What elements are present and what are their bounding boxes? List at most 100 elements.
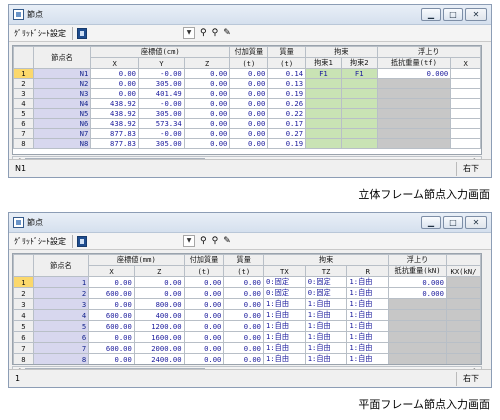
z-cell[interactable]: 0.00 xyxy=(133,287,185,299)
r-cell[interactable]: 1:自由 xyxy=(346,320,390,332)
x-cell[interactable]: 877.83 xyxy=(90,138,140,149)
row-number[interactable]: 1 xyxy=(13,276,34,288)
z-cell[interactable]: 1200.00 xyxy=(133,320,185,332)
mass-cell[interactable]: 0.00 xyxy=(223,287,265,299)
mass-cell[interactable]: 0.00 xyxy=(223,353,265,364)
r-cell[interactable]: 1:自由 xyxy=(346,331,390,343)
y-cell[interactable]: -0.00 xyxy=(138,128,185,139)
tz-cell[interactable]: 1:自由 xyxy=(304,331,348,343)
resist-weight-cell[interactable] xyxy=(376,88,452,99)
tx-cell[interactable]: 1:自由 xyxy=(263,342,306,354)
mass-cell[interactable]: 0.26 xyxy=(267,98,307,109)
tz-cell[interactable]: 1:自由 xyxy=(304,342,348,354)
x2-cell[interactable] xyxy=(450,88,481,99)
x2-cell[interactable] xyxy=(450,98,481,109)
header-x2[interactable]: X xyxy=(450,57,481,69)
z-cell[interactable]: 0.00 xyxy=(133,276,185,288)
mass-cell[interactable]: 0.27 xyxy=(267,128,307,139)
row-number[interactable]: 4 xyxy=(13,98,34,109)
restraint-1-cell[interactable] xyxy=(305,128,342,139)
added-mass-cell[interactable]: 0.00 xyxy=(183,331,225,343)
x-cell[interactable]: 438.92 xyxy=(90,98,140,109)
find-icon[interactable]: ⚲ xyxy=(200,235,207,248)
tx-cell[interactable]: 1:自由 xyxy=(263,309,306,321)
x-cell[interactable]: 0.00 xyxy=(90,68,140,79)
header-restraint-1[interactable]: 拘束1 xyxy=(305,57,342,69)
mass-cell[interactable]: 0.13 xyxy=(267,78,307,89)
added-mass-cell[interactable]: 0.00 xyxy=(229,98,269,109)
x2-cell[interactable] xyxy=(450,118,481,129)
resist-weight-cell[interactable] xyxy=(388,353,447,364)
pencil-icon[interactable]: ✎ xyxy=(223,235,231,248)
x-cell[interactable]: 877.83 xyxy=(90,128,140,139)
resist-weight-cell[interactable] xyxy=(376,118,452,129)
table-row[interactable]: 2 N2 0.00 305.00 0.00 0.00 0.13 xyxy=(13,78,481,89)
x-cell[interactable]: 0.00 xyxy=(88,298,135,310)
table-row[interactable]: 2 2 600.00 0.00 0.00 0.00 0:固定 0:固定 1:自由 0.000 xyxy=(13,287,481,299)
row-number[interactable]: 5 xyxy=(13,108,34,119)
minimize-button[interactable]: ▁ xyxy=(421,8,441,21)
tz-cell[interactable]: 1:自由 xyxy=(304,309,348,321)
tz-cell[interactable]: 0:固定 xyxy=(304,287,348,299)
z-cell[interactable]: 0.00 xyxy=(183,68,231,79)
tx-cell[interactable]: 1:自由 xyxy=(263,298,306,310)
header-node-name[interactable]: 節点名 xyxy=(32,254,90,277)
table-row[interactable]: 7 N7 877.83 -0.00 0.00 0.00 0.27 xyxy=(13,128,481,139)
added-mass-cell[interactable]: 0.00 xyxy=(183,276,225,288)
header-added-mass-unit[interactable]: (t) xyxy=(229,57,269,69)
header-node-name[interactable]: 節点名 xyxy=(32,46,92,69)
row-number[interactable]: 3 xyxy=(13,88,34,99)
restraint-1-cell[interactable] xyxy=(305,88,342,99)
row-number[interactable]: 1 xyxy=(13,68,34,79)
dropdown-arrow-icon[interactable]: ▼ xyxy=(183,235,195,247)
node-name-cell[interactable]: N1 xyxy=(32,68,92,79)
book-icon[interactable] xyxy=(77,235,87,247)
restraint-1-cell[interactable] xyxy=(305,138,342,149)
resist-weight-cell[interactable] xyxy=(376,78,452,89)
node-name-cell[interactable]: N2 xyxy=(32,78,92,89)
dropdown-arrow-icon[interactable]: ▼ xyxy=(183,27,195,39)
row-number[interactable]: 8 xyxy=(13,353,34,364)
table-row[interactable]: 3 N3 0.00 401.49 0.00 0.00 0.19 xyxy=(13,88,481,99)
kx-cell[interactable] xyxy=(445,276,481,288)
header-r[interactable]: R xyxy=(346,265,390,277)
added-mass-cell[interactable]: 0.00 xyxy=(183,287,225,299)
kx-cell[interactable] xyxy=(445,287,481,299)
y-cell[interactable]: -0.00 xyxy=(138,68,185,79)
restraint-2-cell[interactable] xyxy=(340,78,378,89)
x2-cell[interactable] xyxy=(450,78,481,89)
row-number[interactable]: 5 xyxy=(13,320,34,332)
x2-cell[interactable] xyxy=(450,128,481,139)
node-name-cell[interactable]: 4 xyxy=(32,309,90,321)
z-cell[interactable]: 0.00 xyxy=(183,78,231,89)
find-icon[interactable]: ⚲ xyxy=(200,27,207,40)
y-cell[interactable]: 573.34 xyxy=(138,118,185,129)
table-row[interactable]: 5 5 600.00 1200.00 0.00 0.00 1:自由 1:自由 1:自由 xyxy=(13,320,481,332)
y-cell[interactable]: -0.00 xyxy=(138,98,185,109)
header-added-mass-unit[interactable]: (t) xyxy=(183,265,225,277)
z-cell[interactable]: 2000.00 xyxy=(133,342,185,354)
table-row[interactable]: 4 4 600.00 400.00 0.00 0.00 1:自由 1:自由 1:自由 xyxy=(13,309,481,321)
tz-cell[interactable]: 1:自由 xyxy=(304,298,348,310)
row-number[interactable]: 3 xyxy=(13,298,34,310)
header-tz[interactable]: TZ xyxy=(304,265,348,277)
maximize-button[interactable]: □ xyxy=(443,216,463,229)
tz-cell[interactable]: 1:自由 xyxy=(304,320,348,332)
tx-cell[interactable]: 1:自由 xyxy=(263,353,306,364)
node-name-cell[interactable]: N3 xyxy=(32,88,92,99)
mass-cell[interactable]: 0.22 xyxy=(267,108,307,119)
x-cell[interactable]: 600.00 xyxy=(88,320,135,332)
resist-weight-cell[interactable] xyxy=(388,331,447,343)
z-cell[interactable]: 0.00 xyxy=(183,118,231,129)
grid-sheet-settings-button[interactable]: ｸﾞﾘｯﾄﾞｼｰﾄ設定 xyxy=(12,27,68,40)
row-number[interactable]: 8 xyxy=(13,138,34,149)
maximize-button[interactable]: □ xyxy=(443,8,463,21)
close-button[interactable]: ✕ xyxy=(465,8,487,21)
mass-cell[interactable]: 0.14 xyxy=(267,68,307,79)
mass-cell[interactable]: 0.00 xyxy=(223,342,265,354)
tz-cell[interactable]: 1:自由 xyxy=(304,353,348,364)
header-mass-unit[interactable]: (t) xyxy=(267,57,307,69)
x-cell[interactable]: 0.00 xyxy=(88,353,135,364)
added-mass-cell[interactable]: 0.00 xyxy=(229,78,269,89)
added-mass-cell[interactable]: 0.00 xyxy=(229,118,269,129)
